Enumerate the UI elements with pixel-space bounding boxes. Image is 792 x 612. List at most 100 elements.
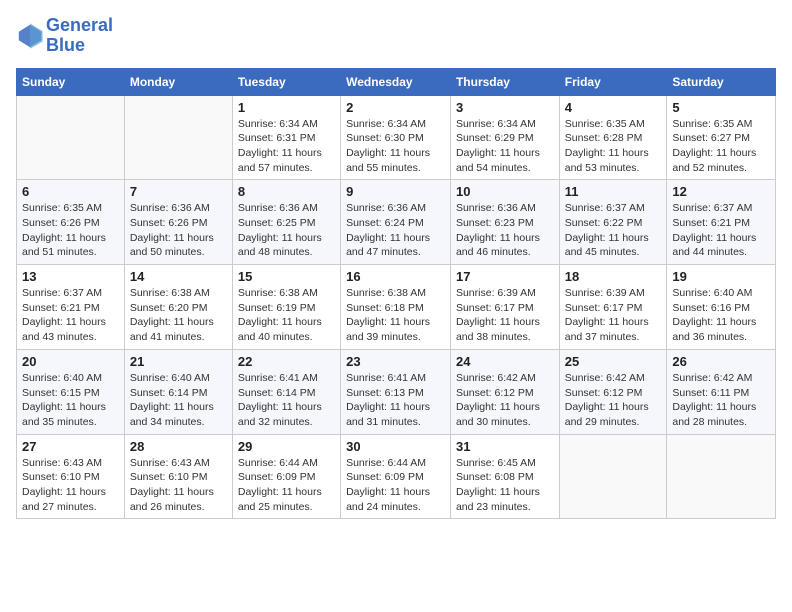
day-number: 17 [456,269,554,284]
day-number: 11 [565,184,662,199]
calendar-cell: 15 Sunrise: 6:38 AM Sunset: 6:19 PM Dayli… [232,265,340,350]
day-number: 14 [130,269,227,284]
calendar-cell: 16 Sunrise: 6:38 AM Sunset: 6:18 PM Dayli… [341,265,451,350]
calendar-week-4: 20 Sunrise: 6:40 AM Sunset: 6:15 PM Dayli… [17,349,776,434]
day-number: 4 [565,100,662,115]
day-info: Sunrise: 6:39 AM Sunset: 6:17 PM Dayligh… [565,286,662,345]
logo-general: General [46,16,113,36]
calendar-cell: 9Sunrise: 6:36 AM Sunset: 6:24 PM Daylig… [341,180,451,265]
calendar-table: SundayMondayTuesdayWednesdayThursdayFrid… [16,68,776,520]
day-number: 19 [672,269,770,284]
day-number: 28 [130,439,227,454]
calendar-cell: 30Sunrise: 6:44 AM Sunset: 6:09 PM Dayli… [341,434,451,519]
weekday-header-saturday: Saturday [667,68,776,95]
day-info: Sunrise: 6:38 AM Sunset: 6:20 PM Dayligh… [130,286,227,345]
day-number: 18 [565,269,662,284]
calendar-cell: 2 Sunrise: 6:34 AM Sunset: 6:30 PM Daylig… [341,95,451,180]
calendar-cell: 17Sunrise: 6:39 AM Sunset: 6:17 PM Dayli… [450,265,559,350]
day-info: Sunrise: 6:36 AM Sunset: 6:24 PM Dayligh… [346,201,445,260]
day-number: 22 [238,354,335,369]
calendar-cell: 28 Sunrise: 6:43 AM Sunset: 6:10 PM Dayli… [124,434,232,519]
day-info: Sunrise: 6:42 AM Sunset: 6:12 PM Dayligh… [456,371,554,430]
day-info: Sunrise: 6:38 AM Sunset: 6:18 PM Dayligh… [346,286,445,345]
page-header: GeneralBlue [16,16,776,56]
day-info: Sunrise: 6:36 AM Sunset: 6:23 PM Dayligh… [456,201,554,260]
day-number: 2 [346,100,445,115]
calendar-cell: 12 Sunrise: 6:37 AM Sunset: 6:21 PM Dayli… [667,180,776,265]
calendar-cell: 25 Sunrise: 6:42 AM Sunset: 6:12 PM Dayli… [559,349,667,434]
day-number: 30 [346,439,445,454]
day-info: Sunrise: 6:37 AM Sunset: 6:21 PM Dayligh… [672,201,770,260]
calendar-cell: 7 Sunrise: 6:36 AM Sunset: 6:26 PM Daylig… [124,180,232,265]
day-info: Sunrise: 6:37 AM Sunset: 6:22 PM Dayligh… [565,201,662,260]
calendar-cell: 13 Sunrise: 6:37 AM Sunset: 6:21 PM Dayli… [17,265,125,350]
day-info: Sunrise: 6:37 AM Sunset: 6:21 PM Dayligh… [22,286,119,345]
day-number: 3 [456,100,554,115]
day-number: 16 [346,269,445,284]
weekday-header-tuesday: Tuesday [232,68,340,95]
day-number: 13 [22,269,119,284]
day-info: Sunrise: 6:36 AM Sunset: 6:25 PM Dayligh… [238,201,335,260]
day-info: Sunrise: 6:41 AM Sunset: 6:14 PM Dayligh… [238,371,335,430]
day-info: Sunrise: 6:43 AM Sunset: 6:10 PM Dayligh… [22,456,119,515]
day-number: 15 [238,269,335,284]
day-info: Sunrise: 6:42 AM Sunset: 6:12 PM Dayligh… [565,371,662,430]
day-info: Sunrise: 6:35 AM Sunset: 6:28 PM Dayligh… [565,117,662,176]
calendar-cell: 24 Sunrise: 6:42 AM Sunset: 6:12 PM Dayli… [450,349,559,434]
calendar-cell: 23 Sunrise: 6:41 AM Sunset: 6:13 PM Dayli… [341,349,451,434]
day-number: 6 [22,184,119,199]
weekday-header-thursday: Thursday [450,68,559,95]
calendar-cell: 18 Sunrise: 6:39 AM Sunset: 6:17 PM Dayli… [559,265,667,350]
day-info: Sunrise: 6:44 AM Sunset: 6:09 PM Dayligh… [238,456,335,515]
day-number: 25 [565,354,662,369]
calendar-cell [124,95,232,180]
calendar-cell [17,95,125,180]
day-number: 7 [130,184,227,199]
weekday-header-friday: Friday [559,68,667,95]
logo: GeneralBlue [16,16,113,56]
day-info: Sunrise: 6:41 AM Sunset: 6:13 PM Dayligh… [346,371,445,430]
day-number: 23 [346,354,445,369]
calendar-cell: 22 Sunrise: 6:41 AM Sunset: 6:14 PM Dayli… [232,349,340,434]
day-info: Sunrise: 6:36 AM Sunset: 6:26 PM Dayligh… [130,201,227,260]
day-info: Sunrise: 6:40 AM Sunset: 6:15 PM Dayligh… [22,371,119,430]
calendar-cell: 5 Sunrise: 6:35 AM Sunset: 6:27 PM Daylig… [667,95,776,180]
day-info: Sunrise: 6:38 AM Sunset: 6:19 PM Dayligh… [238,286,335,345]
day-info: Sunrise: 6:34 AM Sunset: 6:30 PM Dayligh… [346,117,445,176]
calendar-week-1: 1 Sunrise: 6:34 AM Sunset: 6:31 PM Daylig… [17,95,776,180]
day-number: 31 [456,439,554,454]
day-number: 20 [22,354,119,369]
calendar-week-3: 13 Sunrise: 6:37 AM Sunset: 6:21 PM Dayli… [17,265,776,350]
day-info: Sunrise: 6:35 AM Sunset: 6:27 PM Dayligh… [672,117,770,176]
calendar-cell [559,434,667,519]
day-info: Sunrise: 6:40 AM Sunset: 6:14 PM Dayligh… [130,371,227,430]
day-number: 26 [672,354,770,369]
calendar-cell: 26Sunrise: 6:42 AM Sunset: 6:11 PM Dayli… [667,349,776,434]
day-info: Sunrise: 6:45 AM Sunset: 6:08 PM Dayligh… [456,456,554,515]
day-info: Sunrise: 6:43 AM Sunset: 6:10 PM Dayligh… [130,456,227,515]
weekday-header-sunday: Sunday [17,68,125,95]
calendar-cell: 14 Sunrise: 6:38 AM Sunset: 6:20 PM Dayli… [124,265,232,350]
calendar-cell: 11 Sunrise: 6:37 AM Sunset: 6:22 PM Dayli… [559,180,667,265]
calendar-cell [667,434,776,519]
day-number: 5 [672,100,770,115]
day-number: 24 [456,354,554,369]
calendar-cell: 19 Sunrise: 6:40 AM Sunset: 6:16 PM Dayli… [667,265,776,350]
weekday-header-wednesday: Wednesday [341,68,451,95]
calendar-week-2: 6Sunrise: 6:35 AM Sunset: 6:26 PM Daylig… [17,180,776,265]
calendar-cell: 6Sunrise: 6:35 AM Sunset: 6:26 PM Daylig… [17,180,125,265]
calendar-cell: 20 Sunrise: 6:40 AM Sunset: 6:15 PM Dayli… [17,349,125,434]
logo-blue: Blue [46,36,113,56]
weekday-header-monday: Monday [124,68,232,95]
calendar-cell: 31 Sunrise: 6:45 AM Sunset: 6:08 PM Dayli… [450,434,559,519]
day-number: 10 [456,184,554,199]
day-info: Sunrise: 6:40 AM Sunset: 6:16 PM Dayligh… [672,286,770,345]
day-number: 21 [130,354,227,369]
calendar-cell: 29Sunrise: 6:44 AM Sunset: 6:09 PM Dayli… [232,434,340,519]
day-info: Sunrise: 6:34 AM Sunset: 6:31 PM Dayligh… [238,117,335,176]
calendar-cell: 8Sunrise: 6:36 AM Sunset: 6:25 PM Daylig… [232,180,340,265]
calendar-cell: 1 Sunrise: 6:34 AM Sunset: 6:31 PM Daylig… [232,95,340,180]
day-number: 1 [238,100,335,115]
calendar-cell: 3Sunrise: 6:34 AM Sunset: 6:29 PM Daylig… [450,95,559,180]
day-number: 12 [672,184,770,199]
